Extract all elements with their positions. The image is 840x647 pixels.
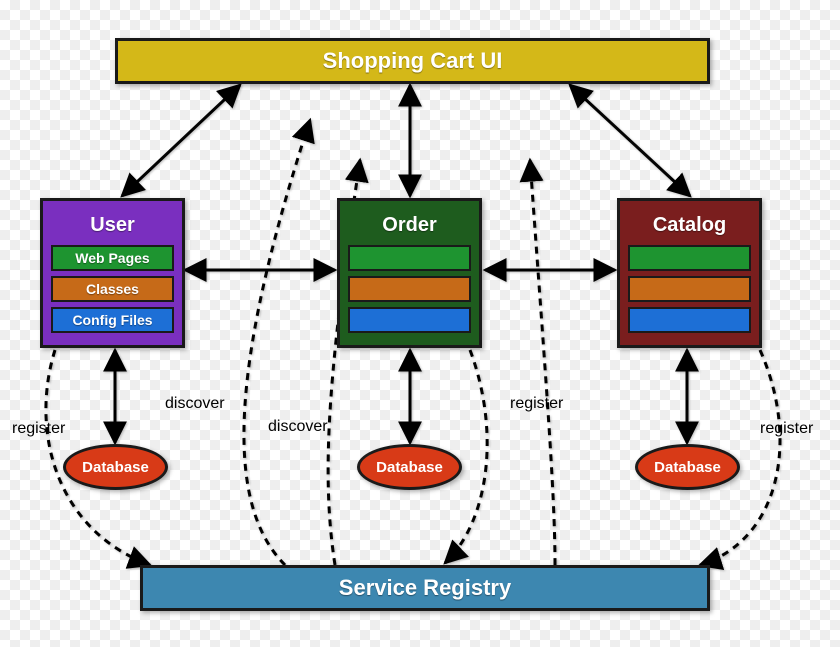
user-slot-classes-label: Classes — [86, 281, 139, 297]
user-slot-classes: Classes — [51, 276, 174, 302]
user-register-label: register — [12, 420, 65, 438]
user-service-box: User Web Pages Classes Config Files — [40, 198, 185, 348]
order-slot-1 — [348, 245, 471, 271]
catalog-database: Database — [635, 444, 740, 490]
shopping-cart-ui-label: Shopping Cart UI — [323, 48, 503, 74]
catalog-slot-2 — [628, 276, 751, 302]
order-database-label: Database — [376, 459, 443, 476]
user-service-title: User — [90, 214, 134, 237]
catalog-service-title: Catalog — [653, 214, 726, 237]
order-register-label: register — [510, 395, 563, 413]
user-slot-web-pages: Web Pages — [51, 245, 174, 271]
order-slot-2 — [348, 276, 471, 302]
order-slot-3 — [348, 307, 471, 333]
shopping-cart-ui-box: Shopping Cart UI — [115, 38, 710, 84]
catalog-database-label: Database — [654, 459, 721, 476]
service-registry-box: Service Registry — [140, 565, 710, 611]
user-database-label: Database — [82, 459, 149, 476]
order-service-title: Order — [382, 214, 436, 237]
order-database: Database — [357, 444, 462, 490]
catalog-slot-3 — [628, 307, 751, 333]
catalog-slot-1 — [628, 245, 751, 271]
user-slot-web-pages-label: Web Pages — [75, 250, 149, 266]
user-database: Database — [63, 444, 168, 490]
user-slot-config-files-label: Config Files — [72, 312, 152, 328]
service-registry-label: Service Registry — [339, 575, 511, 601]
user-slot-config-files: Config Files — [51, 307, 174, 333]
user-discover-label: discover — [165, 395, 225, 413]
catalog-register-label: register — [760, 420, 813, 438]
catalog-service-box: Catalog — [617, 198, 762, 348]
order-service-box: Order — [337, 198, 482, 348]
order-discover-label: discover — [268, 418, 328, 436]
